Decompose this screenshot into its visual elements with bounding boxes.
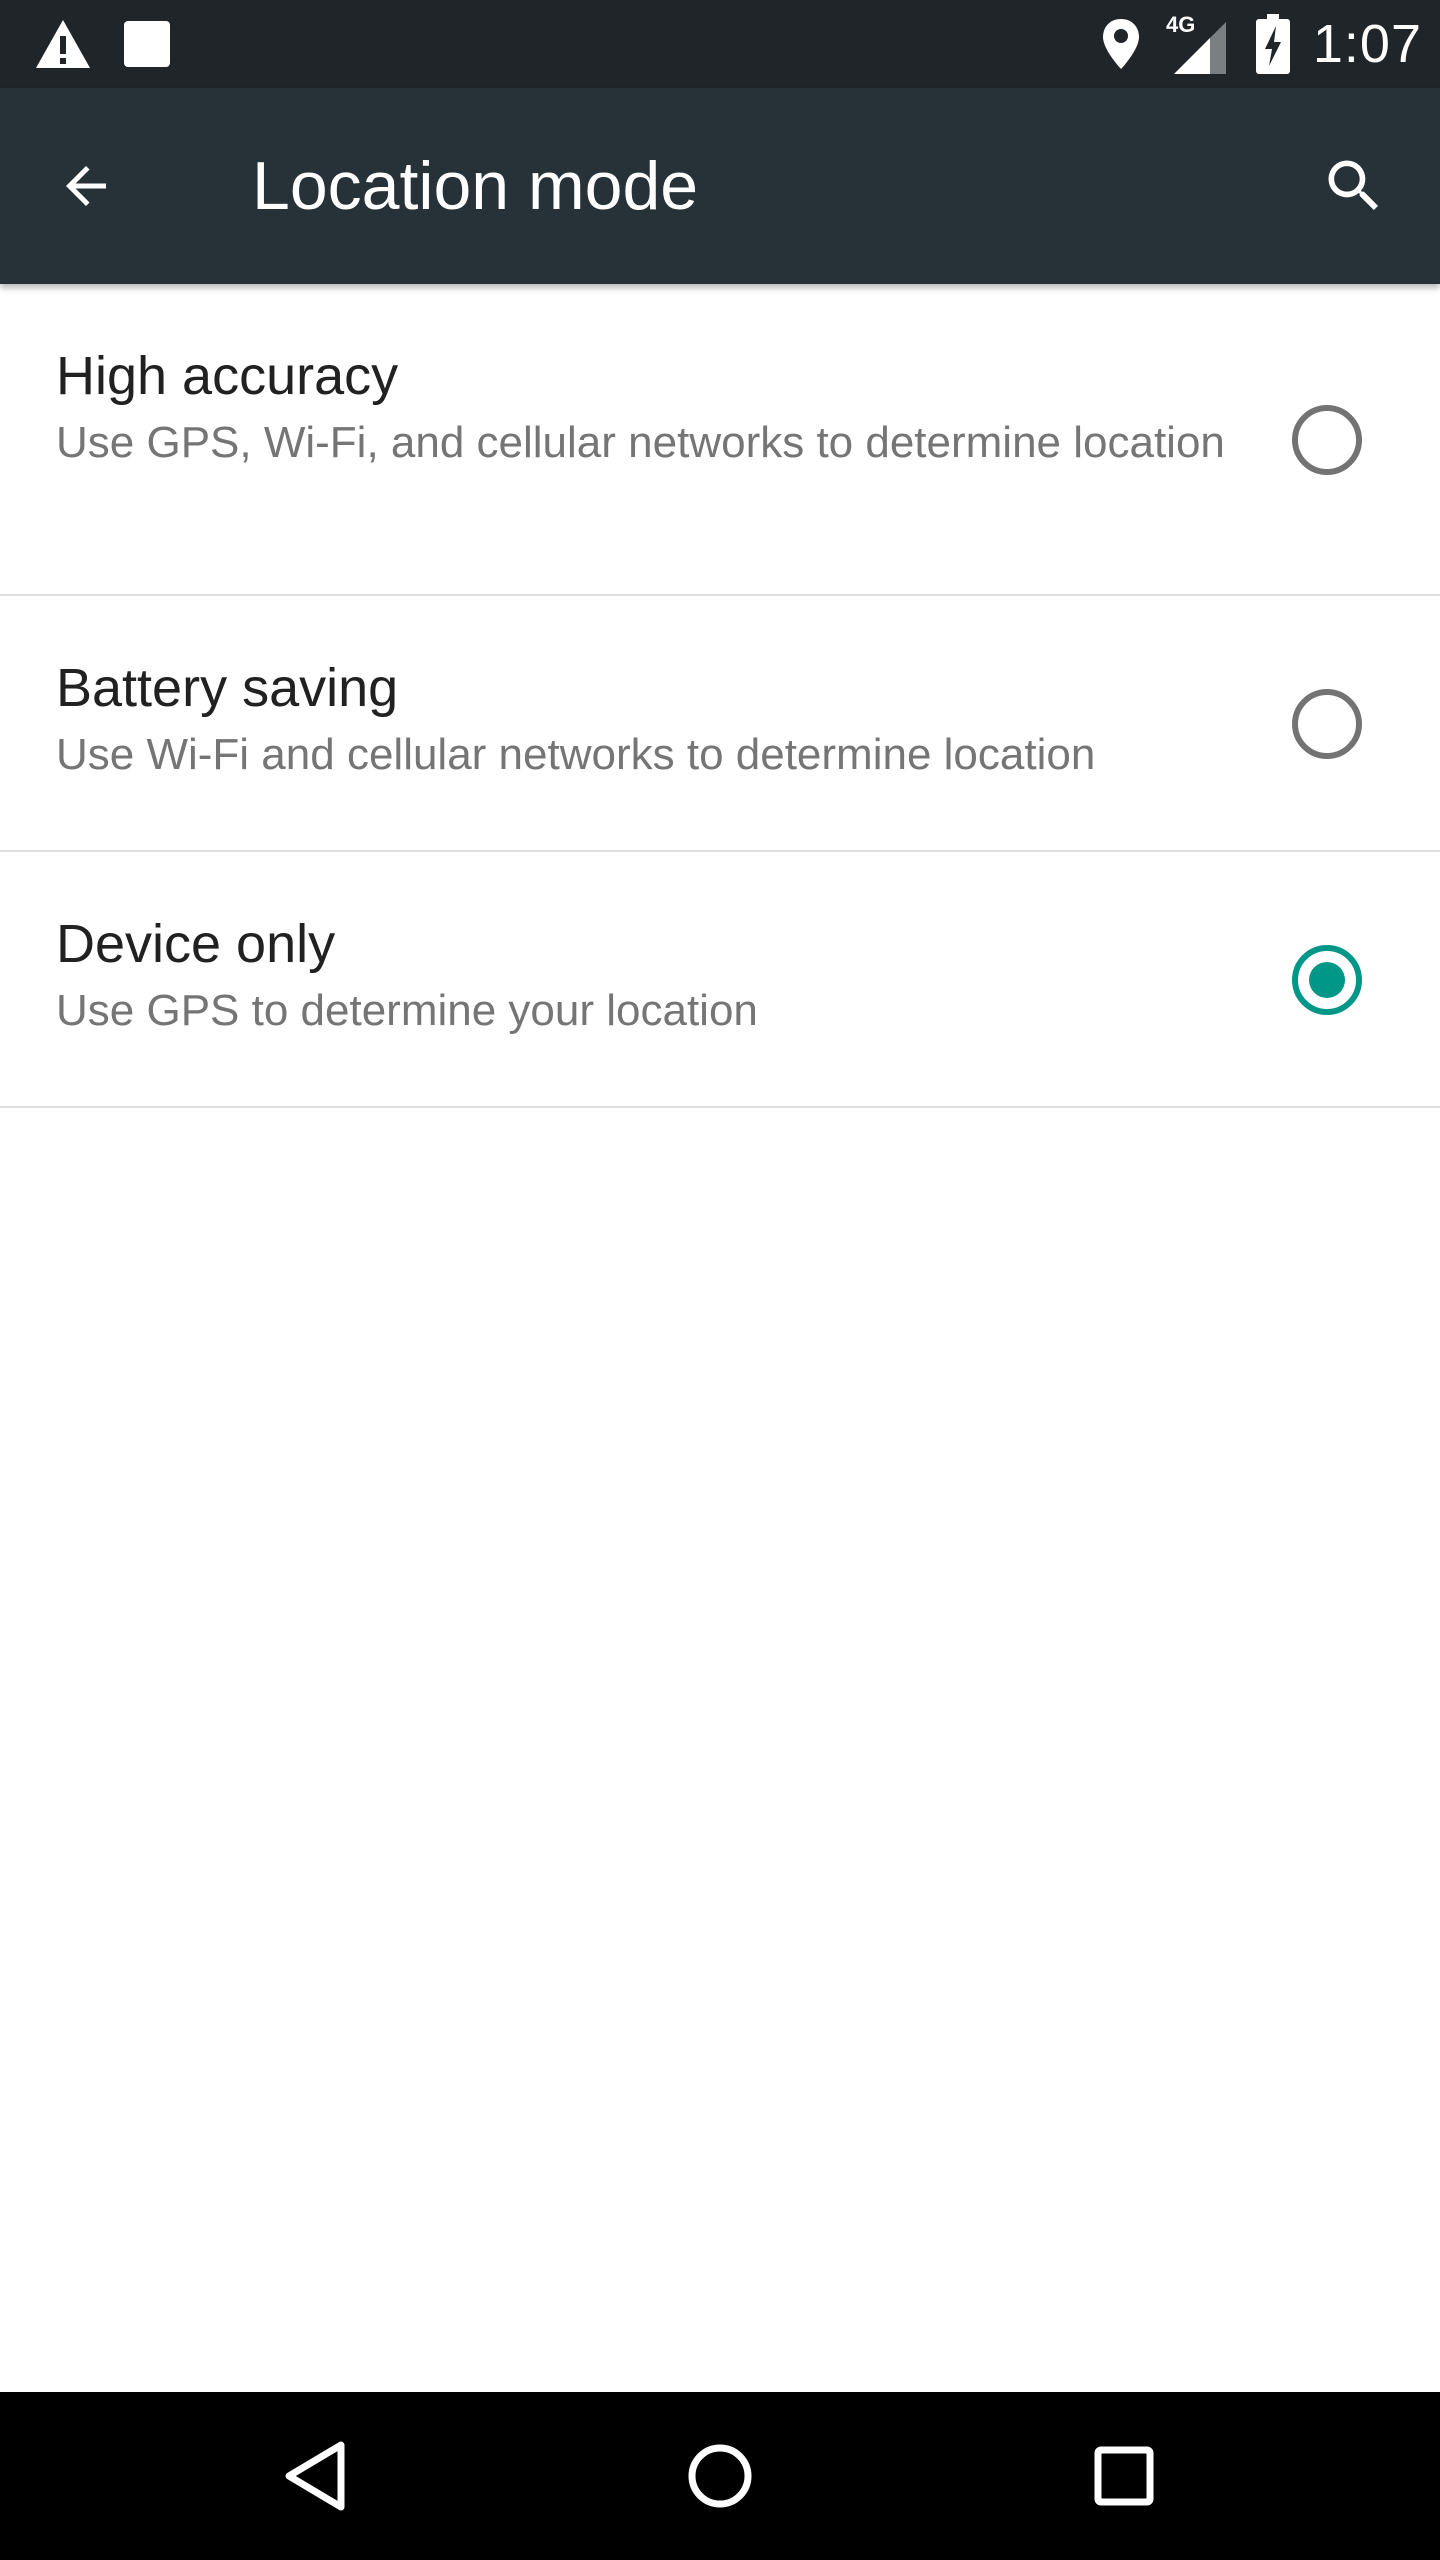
search-button[interactable] [1306,138,1402,234]
option-summary: Use GPS to determine your location [56,986,758,1035]
option-text: Device only Use GPS to determine your lo… [56,912,1236,1039]
option-title: Device only [56,914,336,974]
radio-battery-saving[interactable] [1292,689,1362,759]
system-nav-bar [0,2392,1440,2560]
search-icon [1328,160,1379,211]
network-type-label: 4G [1166,12,1196,37]
nav-home-button[interactable] [670,2426,770,2526]
home-circle-icon [688,2444,752,2508]
option-text: Battery saving Use Wi-Fi and cellular ne… [56,656,1236,783]
option-title: Battery saving [56,658,399,718]
option-battery-saving[interactable]: Battery saving Use Wi-Fi and cellular ne… [0,596,1440,852]
option-summary: Use GPS, Wi-Fi, and cellular networks to… [56,418,1225,467]
location-mode-options: High accuracy Use GPS, Wi-Fi, and cellul… [0,284,1440,1108]
arrow-back-icon [66,166,106,206]
nav-recents-button[interactable] [1074,2426,1174,2526]
notification-square-icon [118,0,176,88]
back-triangle-icon [285,2441,345,2511]
radio-device-only[interactable] [1292,945,1362,1015]
back-button[interactable] [38,138,134,234]
option-high-accuracy[interactable]: High accuracy Use GPS, Wi-Fi, and cellul… [0,284,1440,596]
status-time: 1:07 [1312,14,1422,74]
recents-square-icon [1094,2446,1154,2506]
warning-icon [30,0,96,88]
radio-selected-dot [1309,962,1345,998]
radio-high-accuracy[interactable] [1292,405,1362,475]
status-bar: 4G 1:07 [0,0,1440,88]
nav-back-button[interactable] [266,2426,366,2526]
signal-4g-icon: 4G [1166,0,1228,88]
location-mode-screen: 4G 1:07 Location mode High accuracy Use … [0,0,1440,2560]
option-title: High accuracy [56,346,399,406]
app-bar: Location mode [0,88,1440,284]
option-device-only[interactable]: Device only Use GPS to determine your lo… [0,852,1440,1108]
option-text: High accuracy Use GPS, Wi-Fi, and cellul… [56,344,1236,471]
battery-charging-icon [1252,0,1294,88]
page-title: Location mode [252,148,699,224]
location-pin-icon [1096,0,1146,88]
option-summary: Use Wi-Fi and cellular networks to deter… [56,730,1096,779]
